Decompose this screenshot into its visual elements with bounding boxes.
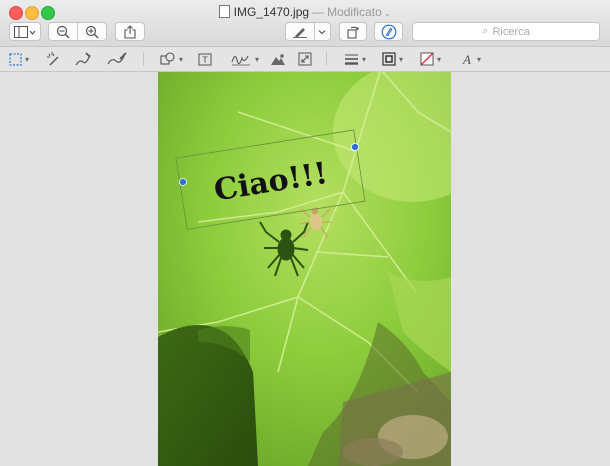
instant-alpha-tool[interactable] <box>46 50 62 68</box>
share-icon <box>124 24 136 39</box>
title-bar: IMG_1470.jpg — Modificato ⌄ ⌕ Ricerca <box>0 0 610 47</box>
chevron-down-icon: ▾ <box>179 54 184 64</box>
chevron-down-icon: ⌄ <box>383 8 392 18</box>
text-style-tool[interactable]: A ▾ <box>460 50 481 68</box>
zoom-in-icon <box>85 25 99 38</box>
border-color-icon <box>382 52 396 66</box>
chevron-down-icon: ▾ <box>399 54 404 64</box>
rotate-icon <box>347 26 359 39</box>
toolbar-divider <box>143 52 144 66</box>
document-area: Ciao!!! <box>0 72 610 466</box>
svg-text:A: A <box>462 52 471 66</box>
modified-status: Modificato <box>327 5 382 19</box>
chevron-down-icon: ▾ <box>437 54 442 64</box>
highlight-button[interactable] <box>286 23 314 40</box>
chevron-down-icon: ▾ <box>477 54 482 64</box>
sketch-icon <box>75 52 91 66</box>
toolbar-divider <box>326 52 327 66</box>
instant-alpha-icon <box>47 52 59 66</box>
file-name: IMG_1470.jpg <box>233 5 310 19</box>
shapes-icon <box>160 52 175 65</box>
highlight-control <box>285 22 331 41</box>
share-button[interactable] <box>115 22 145 41</box>
document-icon <box>218 5 230 18</box>
title-separator: — <box>312 5 325 19</box>
annotation-right-handle[interactable] <box>351 143 359 151</box>
draw-tool[interactable] <box>106 50 128 68</box>
preview-window: IMG_1470.jpg — Modificato ⌄ ⌕ Ricerca ▾ … <box>0 0 610 466</box>
chevron-down-icon <box>318 29 326 34</box>
highlighter-icon <box>292 27 307 38</box>
chevron-down-icon: ▾ <box>255 54 260 64</box>
draw-icon <box>107 52 127 65</box>
sidebar-button[interactable] <box>9 22 41 41</box>
search-placeholder: Ricerca <box>492 25 530 38</box>
leaf-photo: Ciao!!! <box>158 72 451 466</box>
border-color-tool[interactable]: ▾ <box>382 50 403 68</box>
selection-rect-icon <box>9 52 22 66</box>
text-style-icon: A <box>462 52 471 66</box>
line-style-tool[interactable]: ▾ <box>344 50 366 68</box>
zoom-out-button[interactable] <box>49 23 77 40</box>
annotation-left-handle[interactable] <box>179 178 187 186</box>
search-icon: ⌕ <box>482 25 489 37</box>
adjust-color-icon <box>271 53 285 65</box>
shapes-tool[interactable]: ▾ <box>160 50 183 68</box>
sign-tool[interactable]: ▾ <box>230 50 259 68</box>
zoom-in-button[interactable] <box>77 23 106 40</box>
adjust-size-icon <box>298 52 312 66</box>
markup-pen-icon <box>381 24 396 39</box>
chevron-down-icon: ▾ <box>362 54 367 64</box>
adjust-size-tool[interactable] <box>298 50 312 68</box>
line-style-icon <box>345 54 358 65</box>
svg-text:T: T <box>202 55 208 65</box>
text-box-icon: T <box>198 53 212 65</box>
sidebar-icon <box>14 25 36 38</box>
adjust-color-tool[interactable] <box>270 50 286 68</box>
sign-icon <box>231 55 250 66</box>
text-tool[interactable]: T <box>198 50 212 68</box>
highlight-options-button[interactable] <box>313 23 330 40</box>
rotate-button[interactable] <box>339 22 367 41</box>
selection-tool[interactable]: ▾ <box>9 50 29 68</box>
zoom-out-icon <box>56 25 70 38</box>
window-title[interactable]: IMG_1470.jpg — Modificato ⌄ <box>0 5 610 19</box>
markup-toolbar-button[interactable] <box>374 22 403 41</box>
fill-color-tool[interactable]: ▾ <box>420 50 441 68</box>
zoom-control <box>48 22 107 41</box>
search-field[interactable]: ⌕ Ricerca <box>412 22 600 41</box>
sketch-tool[interactable] <box>74 50 92 68</box>
markup-toolbar: ▾ ▾ T ▾ ▾ ▾ ▾ A ▾ <box>0 47 610 72</box>
photo-image[interactable]: Ciao!!! <box>158 72 451 466</box>
fill-color-icon <box>420 52 434 66</box>
chevron-down-icon: ▾ <box>25 54 30 64</box>
